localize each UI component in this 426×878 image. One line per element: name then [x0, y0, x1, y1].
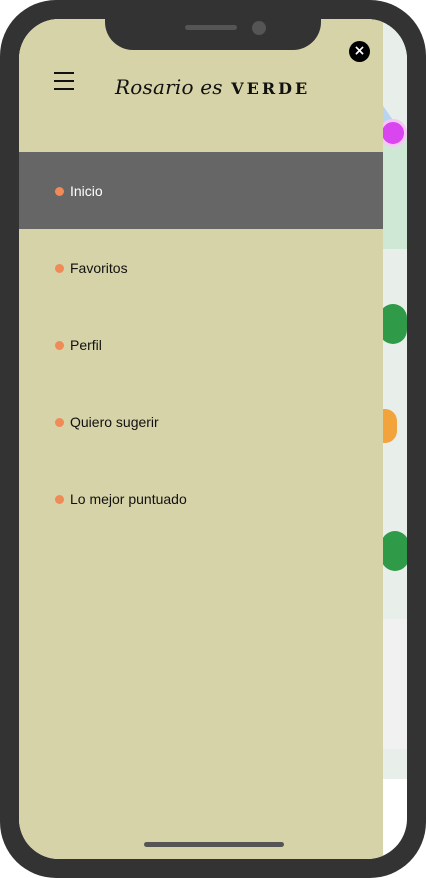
logo-script-text: Rosario es: [115, 75, 223, 99]
map-pin-icon[interactable]: [381, 531, 407, 571]
menu-item-perfil[interactable]: Perfil: [19, 306, 383, 383]
bullet-icon: [55, 417, 64, 427]
map-pin-icon[interactable]: [379, 304, 407, 344]
menu-item-label: Perfil: [70, 336, 102, 353]
menu-item-label: Lo mejor puntuado: [70, 490, 187, 507]
screen: Rosario es VERDE Inicio Favoritos Perfil…: [19, 19, 407, 859]
menu-item-label: Quiero sugerir: [70, 413, 159, 430]
logo-bold-text: VERDE: [231, 79, 311, 98]
map-pin-icon[interactable]: [379, 119, 407, 147]
map-blocks: [379, 619, 407, 749]
menu-item-inicio[interactable]: Inicio: [19, 152, 383, 229]
bullet-icon: [55, 340, 64, 350]
map-park: [379, 129, 407, 249]
menu-item-quiero-sugerir[interactable]: Quiero sugerir: [19, 383, 383, 460]
nav-menu: Inicio Favoritos Perfil Quiero sugerir L…: [19, 152, 383, 537]
side-drawer: Rosario es VERDE Inicio Favoritos Perfil…: [19, 19, 383, 859]
menu-item-label: Favoritos: [70, 259, 128, 276]
speaker-grille: [185, 25, 237, 30]
bullet-icon: [55, 186, 64, 196]
menu-item-favoritos[interactable]: Favoritos: [19, 229, 383, 306]
menu-item-label: Inicio: [70, 182, 103, 199]
bullet-icon: [55, 263, 64, 273]
home-indicator[interactable]: [144, 842, 284, 847]
close-icon[interactable]: ×: [349, 41, 370, 62]
bullet-icon: [55, 494, 64, 504]
app-logo: Rosario es VERDE: [115, 75, 307, 105]
menu-item-lo-mejor-puntuado[interactable]: Lo mejor puntuado: [19, 460, 383, 537]
front-camera: [252, 21, 266, 35]
hamburger-menu-icon[interactable]: [54, 72, 76, 90]
